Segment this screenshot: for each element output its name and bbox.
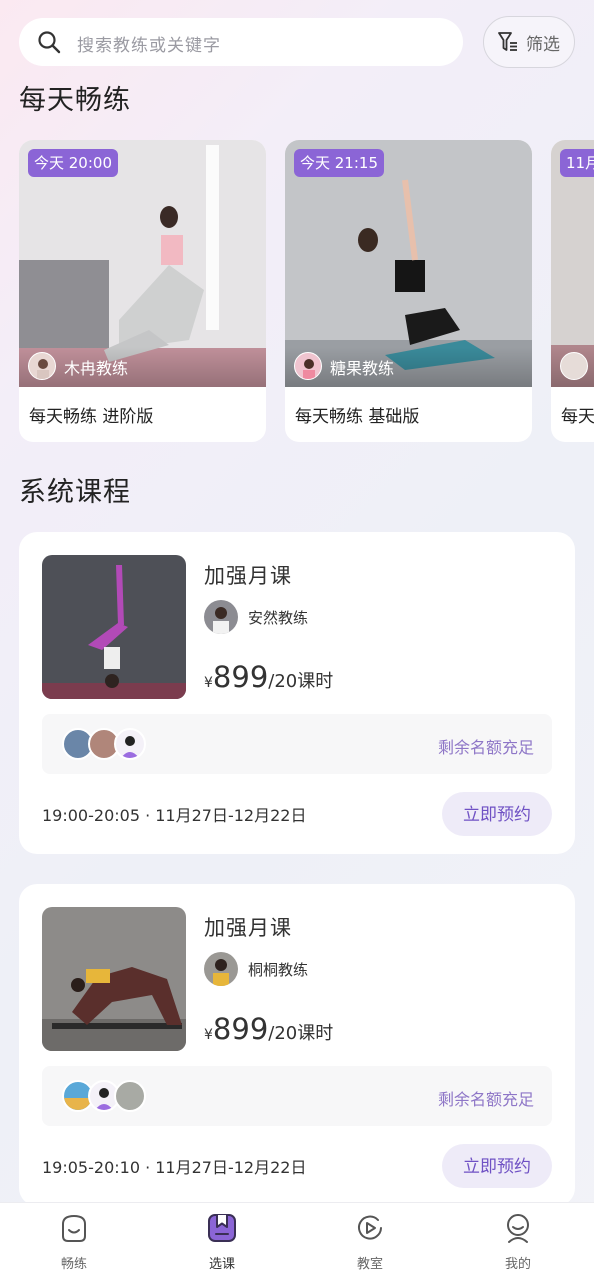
profile-icon (507, 1214, 529, 1243)
coach-avatar (204, 600, 238, 634)
coach-name: 木冉教练 (64, 359, 129, 378)
course-card[interactable]: 加强月课 安然教练 ¥899/20课时 剩余名额充足 19:00-20:05 ·… (19, 532, 575, 854)
tab-classroom[interactable]: 教室 (296, 1203, 444, 1281)
course-name: 加强月课 (204, 916, 292, 940)
search-bar[interactable]: 搜索教练或关键字 (19, 18, 463, 66)
daily-card-title: 每天畅练 进阶版 (29, 407, 154, 427)
price-value: 899 (212, 660, 269, 694)
play-circle-icon (358, 1215, 382, 1240)
quota-status: 剩余名额充足 (437, 738, 534, 757)
daily-card-title: 每天 (561, 407, 594, 427)
tab-label: 教室 (356, 1257, 383, 1272)
daily-card-title: 每天畅练 基础版 (295, 407, 420, 427)
course-schedule: 19:05-20:10 · 11月27日-12月22日 (42, 1158, 307, 1177)
search-icon (38, 31, 61, 54)
price-unit: /20课时 (268, 1023, 334, 1044)
time-badge: 11月 (560, 149, 594, 177)
filter-label: 筛选 (526, 35, 560, 55)
daily-carousel[interactable]: 今天 20:00 木冉教练 每天畅练 进阶版 今天 21:15 糖果教练 每天畅… (19, 140, 594, 444)
daily-card[interactable]: 今天 20:00 木冉教练 每天畅练 进阶版 (19, 140, 266, 442)
tab-label: 选课 (208, 1257, 235, 1272)
course-card[interactable]: 加强月课 桐桐教练 ¥899/20课时 剩余名额充足 19:05-20:10 ·… (19, 884, 575, 1206)
enrolled-avatars (62, 1080, 182, 1112)
tab-practice[interactable]: 畅练 (0, 1203, 148, 1281)
filter-icon (498, 32, 517, 51)
quota-status: 剩余名额充足 (437, 1090, 534, 1109)
coach-overlay: 木冉教练 (19, 347, 266, 387)
price-currency: ¥ (204, 675, 213, 691)
time-badge: 今天 21:15 (294, 149, 384, 177)
price-currency: ¥ (204, 1027, 213, 1043)
quota-bar: 剩余名额充足 (42, 1066, 552, 1126)
coach-avatar (560, 352, 588, 380)
student-avatar (114, 1080, 146, 1112)
search-placeholder: 搜索教练或关键字 (77, 36, 221, 56)
course-price: ¥899/20课时 (204, 1012, 333, 1046)
tab-profile[interactable]: 我的 (444, 1203, 592, 1281)
smile-bag-icon (62, 1214, 86, 1242)
coach-avatar (28, 352, 56, 380)
bottom-tab-bar: 畅练 选课 教室 我的 (0, 1202, 594, 1281)
coach-name: 糖果教练 (330, 359, 395, 378)
enrolled-avatars (62, 728, 182, 760)
bookmark-icon (208, 1214, 236, 1242)
daily-card[interactable]: 今天 21:15 糖果教练 每天畅练 基础版 (285, 140, 532, 442)
book-now-button[interactable]: 立即预约 (442, 792, 552, 836)
coach-avatar (294, 352, 322, 380)
system-section-title: 系统课程 (19, 477, 131, 508)
course-thumbnail (42, 555, 186, 699)
daily-section-title: 每天畅练 (19, 85, 131, 116)
time-badge: 今天 20:00 (28, 149, 118, 177)
daily-card[interactable]: 11月 每天 (551, 140, 594, 442)
course-thumbnail (42, 907, 186, 1051)
price-value: 899 (212, 1012, 269, 1046)
coach-avatar (204, 952, 238, 986)
coach-name: 安然教练 (248, 609, 309, 627)
tab-label: 畅练 (60, 1257, 87, 1272)
course-price: ¥899/20课时 (204, 660, 333, 694)
student-avatar (114, 728, 146, 760)
book-now-button[interactable]: 立即预约 (442, 1144, 552, 1188)
tab-courses[interactable]: 选课 (148, 1203, 296, 1281)
coach-overlay (551, 347, 594, 387)
course-name: 加强月课 (204, 564, 292, 588)
price-unit: /20课时 (268, 671, 334, 692)
coach-overlay: 糖果教练 (285, 347, 532, 387)
coach-name: 桐桐教练 (248, 961, 309, 979)
quota-bar: 剩余名额充足 (42, 714, 552, 774)
filter-button[interactable]: 筛选 (483, 16, 575, 68)
course-schedule: 19:00-20:05 · 11月27日-12月22日 (42, 806, 307, 825)
tab-label: 我的 (504, 1257, 531, 1272)
